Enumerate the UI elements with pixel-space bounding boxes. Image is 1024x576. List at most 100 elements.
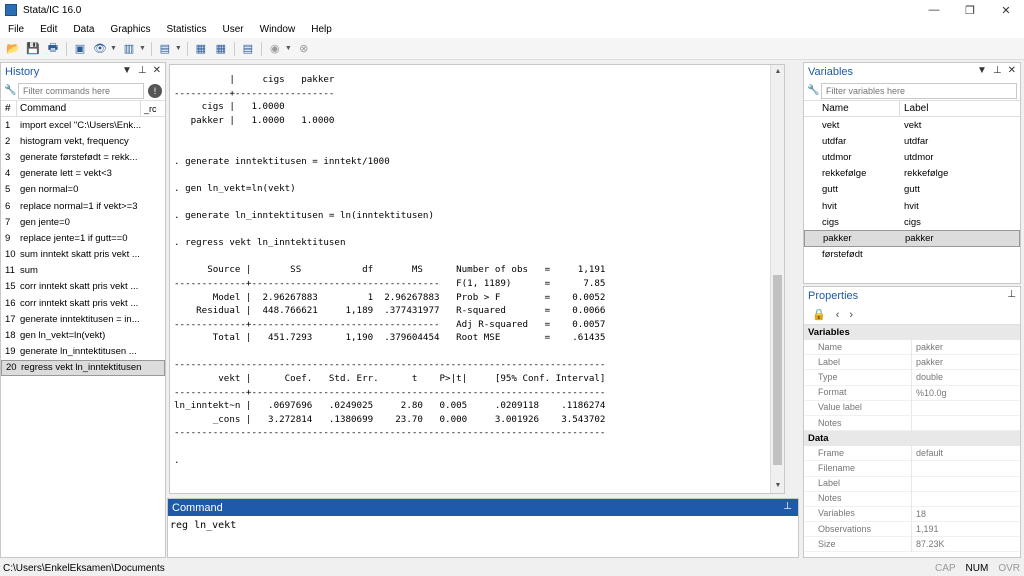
history-row[interactable]: 1 import excel "C:\Users\Enk...: [1, 117, 165, 133]
history-row[interactable]: 10 sum inntekt skatt pris vekt ...: [1, 247, 165, 263]
property-key: Type: [804, 369, 912, 385]
open-icon[interactable]: 📂: [5, 41, 21, 57]
menu-data[interactable]: Data: [65, 24, 102, 35]
log-icon[interactable]: ▣: [72, 41, 88, 57]
history-row[interactable]: 4 generate lett = vekt<3: [1, 166, 165, 182]
property-row[interactable]: Frame default: [804, 445, 1020, 462]
chevron-down-icon[interactable]: ▼: [175, 45, 182, 52]
pin-icon[interactable]: ⊥: [138, 65, 147, 76]
property-row[interactable]: Type double: [804, 369, 1020, 386]
history-row[interactable]: 6 replace normal=1 if vekt>=3: [1, 198, 165, 214]
history-row[interactable]: 5 gen normal=0: [1, 182, 165, 198]
filter-icon[interactable]: ▼: [977, 65, 987, 76]
history-row[interactable]: 7 gen jente=0: [1, 214, 165, 230]
filter-icon[interactable]: ▼: [122, 65, 132, 76]
close-icon[interactable]: ✕: [153, 65, 161, 76]
menu-help[interactable]: Help: [303, 24, 340, 35]
chevron-down-icon[interactable]: ▼: [110, 45, 117, 52]
history-row[interactable]: 18 gen ln_vekt=ln(vekt): [1, 327, 165, 343]
history-row-command: sum: [20, 265, 38, 277]
scroll-thumb[interactable]: [773, 275, 782, 465]
lock-icon[interactable]: 🔒: [812, 308, 826, 321]
scroll-up-icon[interactable]: ▲: [771, 65, 784, 79]
variables-col-name[interactable]: Name: [804, 100, 900, 117]
forward-icon[interactable]: ›: [849, 309, 853, 321]
variables-col-label[interactable]: Label: [900, 101, 1020, 117]
history-col-command[interactable]: Command: [17, 100, 141, 117]
history-row[interactable]: 15 corr inntekt skatt pris vekt ...: [1, 279, 165, 295]
more-icon[interactable]: ◉: [267, 41, 283, 57]
scroll-down-icon[interactable]: ▼: [771, 479, 784, 493]
data-editor-icon[interactable]: ▦: [193, 41, 209, 57]
close-icon[interactable]: ✕: [1008, 65, 1016, 76]
variable-row[interactable]: utdfar utdfar: [804, 133, 1020, 149]
save-icon[interactable]: 💾: [25, 41, 41, 57]
chevron-down-icon[interactable]: ▼: [139, 45, 146, 52]
wrench-icon[interactable]: 🔧: [4, 85, 18, 96]
variables-list: vekt vekt utdfar utdfar utdmor utdmor rekkeføl…: [804, 117, 1020, 263]
variable-row[interactable]: førstefødt: [804, 247, 1020, 263]
history-row[interactable]: 17 generate inntektitusen = in...: [1, 311, 165, 327]
variable-row[interactable]: hvit hvit: [804, 198, 1020, 214]
property-row[interactable]: Label pakker: [804, 354, 1020, 371]
graph-icon[interactable]: ▥: [121, 41, 137, 57]
property-row[interactable]: Observations 1,191: [804, 521, 1020, 538]
property-row[interactable]: Notes: [804, 415, 1020, 432]
variables-filter-input[interactable]: [821, 82, 1017, 99]
results-window: | cigs pakker ----------+---------------…: [169, 64, 785, 494]
toolbar: 📂 💾 🖶 ▣ 👁 ▼ ▥ ▼ ▤ ▼ ▦ ▦ ▤ ◉ ▼ ⊗: [0, 38, 1024, 60]
history-row[interactable]: 11 sum: [1, 263, 165, 279]
history-col-num[interactable]: #: [1, 100, 17, 117]
menu-user[interactable]: User: [215, 24, 252, 35]
command-input[interactable]: reg ln_vekt: [168, 516, 798, 535]
property-row[interactable]: Label: [804, 476, 1020, 492]
variables-manager-icon[interactable]: ▤: [240, 41, 256, 57]
variable-row[interactable]: gutt gutt: [804, 182, 1020, 198]
history-row-command: generate inntektitusen = in...: [20, 313, 140, 325]
back-icon[interactable]: ‹: [836, 309, 840, 321]
info-icon[interactable]: !: [148, 83, 162, 98]
variable-row[interactable]: vekt vekt: [804, 117, 1020, 133]
chevron-down-icon[interactable]: ▼: [285, 45, 292, 52]
history-row[interactable]: 2 histogram vekt, frequency: [1, 133, 165, 149]
history-filter-input[interactable]: [18, 82, 144, 99]
wrench-icon[interactable]: 🔧: [807, 85, 821, 96]
history-row[interactable]: 16 corr inntekt skatt pris vekt ...: [1, 295, 165, 311]
property-row[interactable]: Size 87.23K: [804, 536, 1020, 553]
viewer-icon[interactable]: 👁: [92, 41, 108, 57]
menu-window[interactable]: Window: [252, 24, 304, 35]
variable-row[interactable]: rekkefølge rekkefølge: [804, 166, 1020, 182]
print-icon[interactable]: 🖶: [45, 41, 61, 57]
pin-icon[interactable]: ⊥: [993, 65, 1002, 76]
history-row[interactable]: 19 generate ln_inntektitusen ...: [1, 344, 165, 360]
property-row[interactable]: Format %10.0g: [804, 385, 1020, 401]
command-title: Command: [172, 501, 223, 514]
property-row[interactable]: Name pakker: [804, 339, 1020, 356]
maximize-button[interactable]: ❐: [952, 0, 988, 20]
history-row[interactable]: 20 regress vekt ln_inntektitusen: [1, 359, 165, 376]
menu-graphics[interactable]: Graphics: [102, 24, 158, 35]
menu-statistics[interactable]: Statistics: [159, 24, 215, 35]
close-button[interactable]: ✕: [988, 0, 1024, 20]
data-browser-icon[interactable]: ▦: [213, 41, 229, 57]
history-row[interactable]: 3 generate førstefødt = rekk...: [1, 149, 165, 165]
pin-icon[interactable]: ⊥: [783, 501, 792, 512]
minimize-button[interactable]: —: [916, 0, 952, 20]
menu-file[interactable]: File: [0, 24, 32, 35]
variable-row[interactable]: utdmor utdmor: [804, 149, 1020, 165]
properties-group-data[interactable]: Data: [804, 431, 1020, 447]
property-row[interactable]: Notes: [804, 491, 1020, 507]
do-file-editor-icon[interactable]: ▤: [157, 41, 173, 57]
property-row[interactable]: Filename: [804, 460, 1020, 477]
results-scrollbar[interactable]: ▲ ▼: [770, 65, 784, 493]
history-row[interactable]: 9 replace jente=1 if gutt==0: [1, 230, 165, 246]
menu-edit[interactable]: Edit: [32, 24, 65, 35]
history-col-rc[interactable]: _rc: [141, 104, 165, 114]
variable-row[interactable]: cigs cigs: [804, 214, 1020, 230]
property-row[interactable]: Variables 18: [804, 506, 1020, 523]
variable-row[interactable]: pakker pakker: [804, 230, 1020, 247]
break-icon[interactable]: ⊗: [296, 41, 312, 57]
pin-icon[interactable]: ⊥: [1007, 289, 1016, 300]
properties-group-variables[interactable]: Variables: [804, 325, 1020, 340]
property-row[interactable]: Value label: [804, 400, 1020, 416]
